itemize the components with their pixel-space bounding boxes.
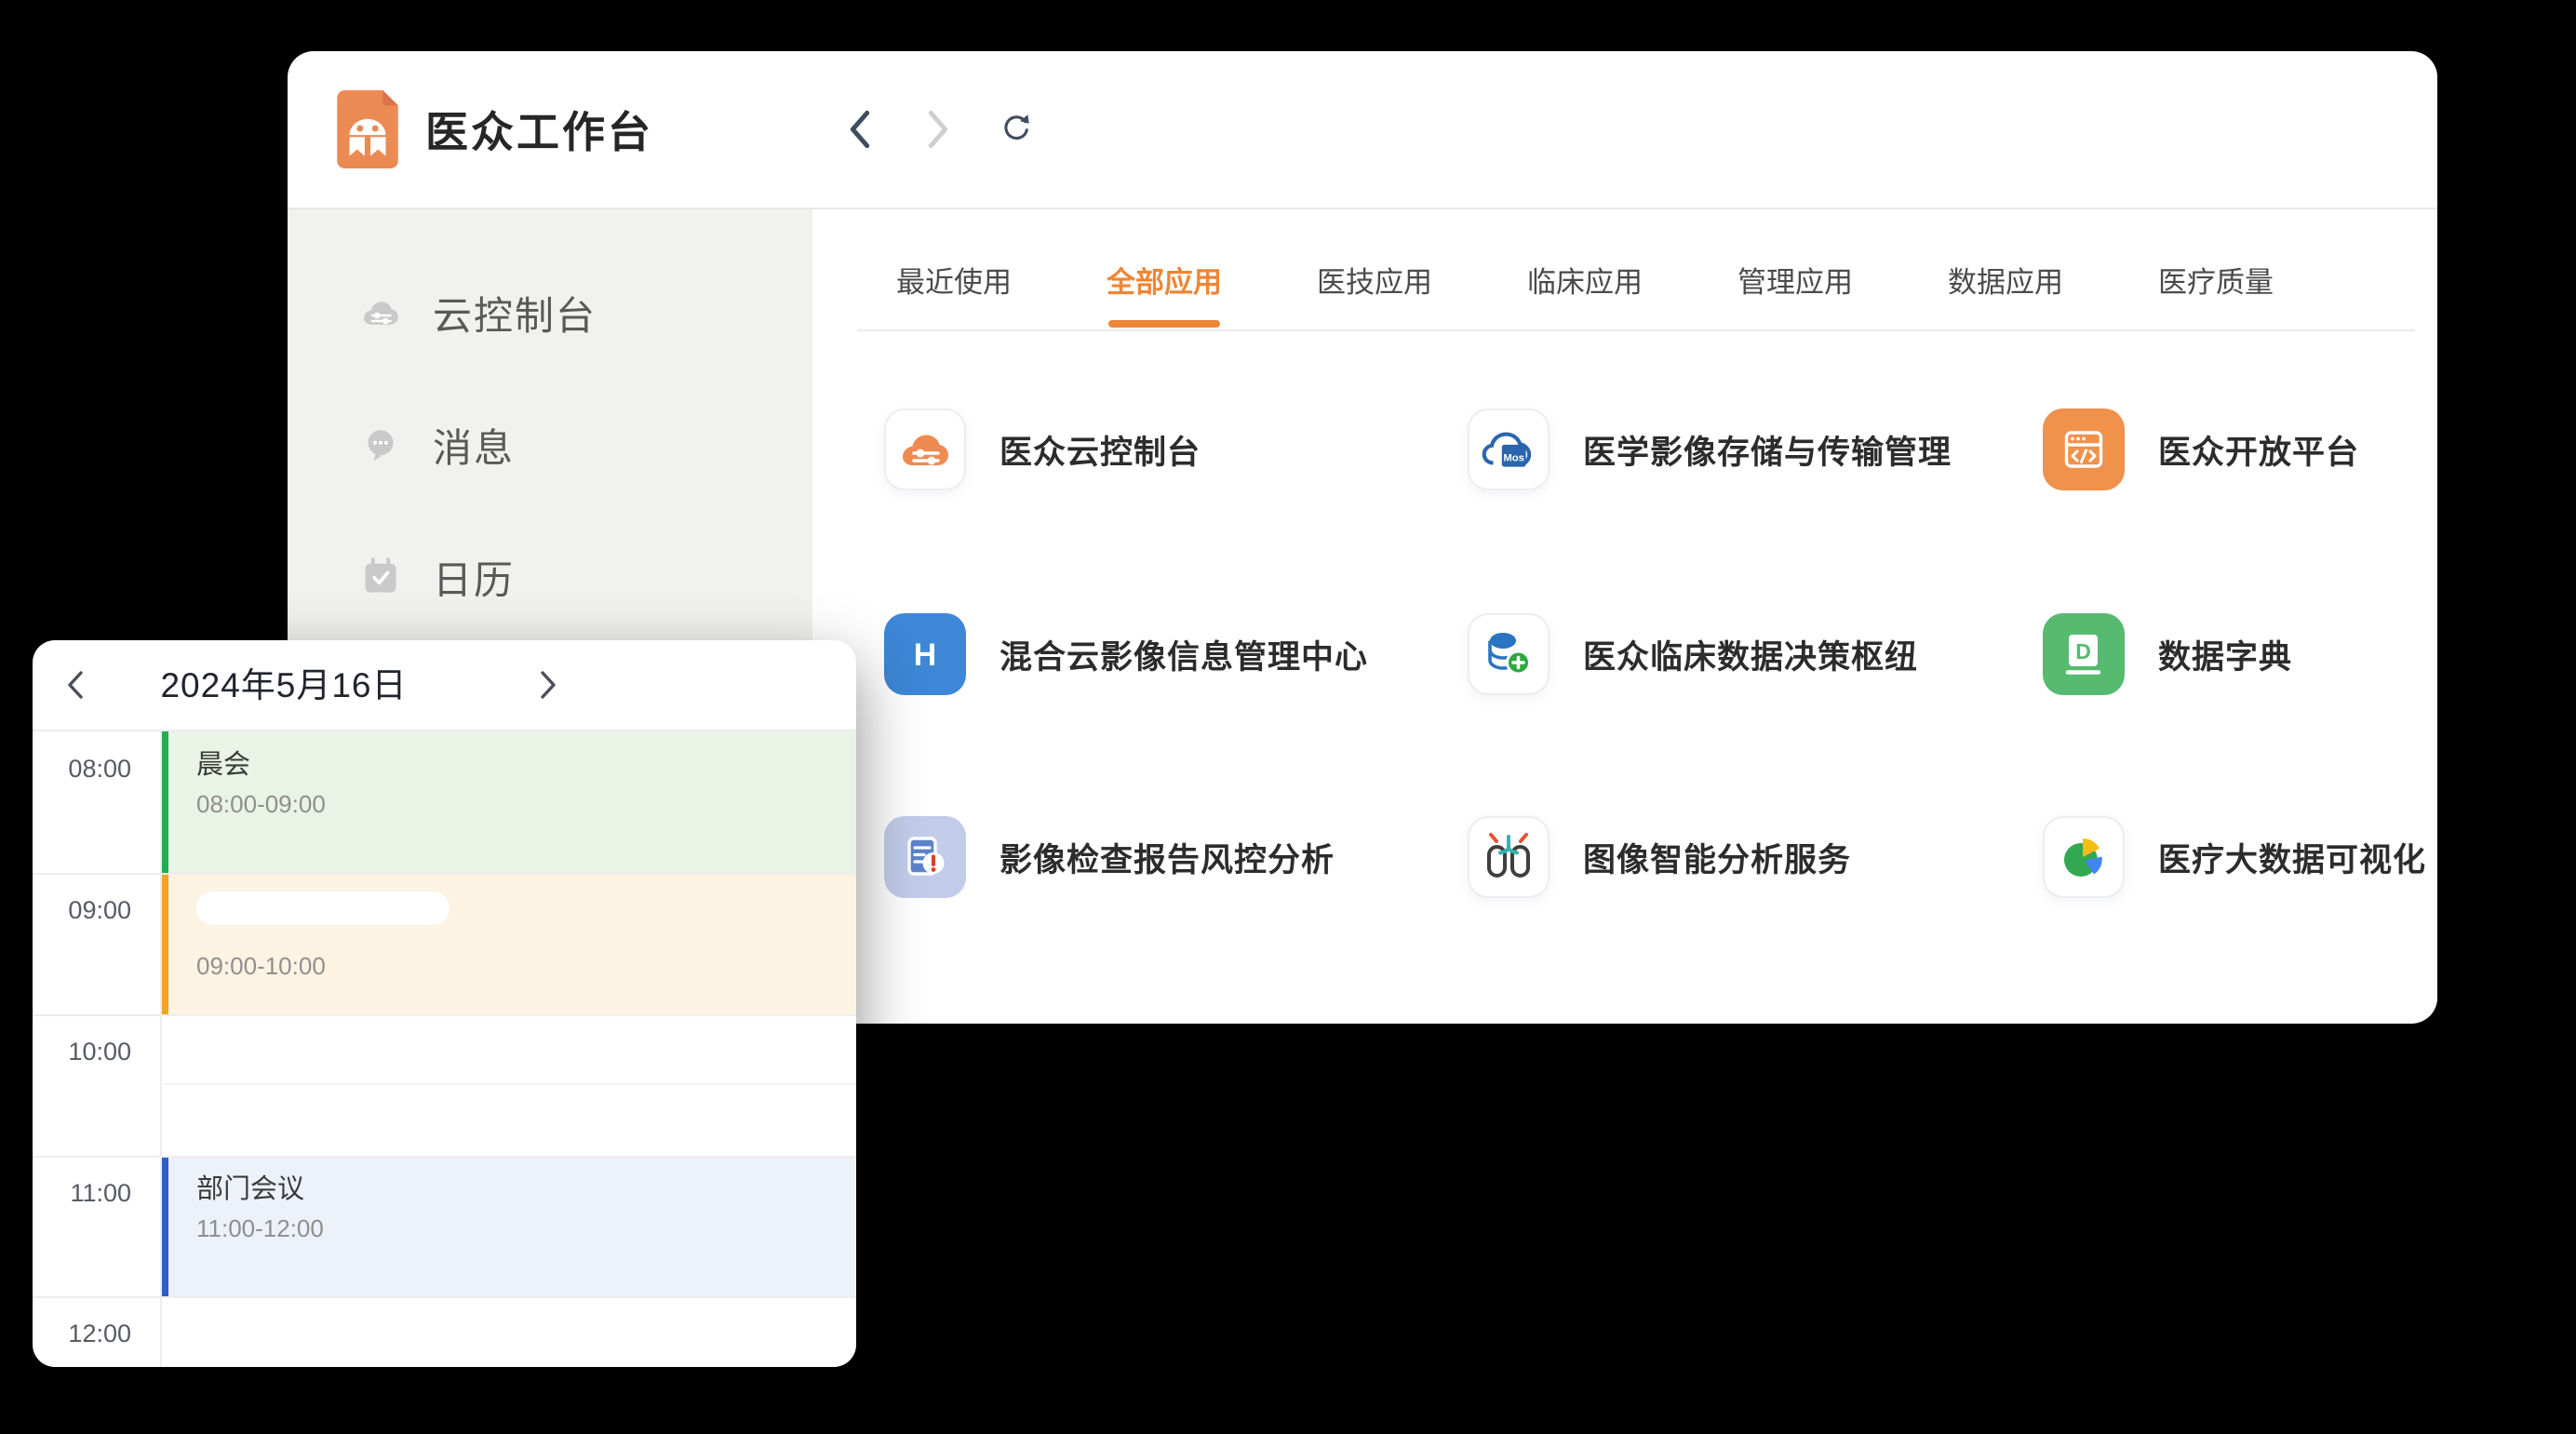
chevron-right-icon [922,109,954,150]
event-title: 晨会 [196,748,856,782]
sidebar-item-label: 云控制台 [433,285,597,342]
tab-all-apps[interactable]: 全部应用 [1107,267,1222,328]
time-gutter-divider [160,731,162,1367]
chat-bubble-icon [358,422,403,467]
code-window-icon [2054,420,2113,479]
tab-data-apps[interactable]: 数据应用 [1948,267,2063,328]
svg-text:H: H [914,637,937,673]
calendar-date-label: 2024年5月16日 [126,640,442,730]
calendar-check-icon [358,555,403,599]
forward-button[interactable] [918,109,959,150]
half-hour-line [162,1083,856,1085]
window-header: 医众工作台 [288,51,2437,209]
hour-line [33,1014,856,1016]
back-button[interactable] [839,109,880,150]
app-open-platform[interactable]: 医众开放平台 [2043,409,2359,490]
app-label: 影像检查报告风控分析 [1000,834,1335,881]
tab-divider [857,329,2415,331]
calendar-prev-button[interactable] [55,663,96,707]
pie-chart-icon [2054,827,2113,887]
time-label: 09:00 [33,895,131,925]
chevron-left-icon [844,109,876,150]
tab-clinical-apps[interactable]: 临床应用 [1527,267,1643,328]
time-label: 12:00 [33,1319,131,1348]
event-title-redacted-pill [196,891,449,925]
sidebar-item-calendar[interactable]: 日历 [288,511,812,643]
chevron-right-icon [539,670,557,700]
database-plus-icon [1479,624,1538,684]
tab-medtech-apps[interactable]: 医技应用 [1317,267,1432,328]
app-label: 医学影像存储与传输管理 [1583,426,1952,474]
app-hybrid-cloud-imaging[interactable]: H 混合云影像信息管理中心 [884,613,1368,695]
time-label: 11:00 [33,1178,131,1208]
svg-text:D: D [2075,639,2091,663]
app-label: 医众云控制台 [1000,426,1201,474]
app-label: 数据字典 [2158,631,2292,678]
content-area: 最近使用 全部应用 医技应用 临床应用 管理应用 数据应用 医疗质量 [812,209,2437,1022]
app-data-dictionary[interactable]: D 数据字典 [2043,613,2292,695]
app-image-ai-analysis[interactable]: 图像智能分析服务 [1468,816,1851,898]
app-big-data-visualization[interactable]: 医疗大数据可视化 [2043,816,2426,898]
time-label: 08:00 [33,754,131,784]
dictionary-book-icon: D [2054,624,2113,684]
cloud-mos-icon: Mos [1478,419,1539,480]
calendar-event-redacted[interactable]: 09:00-10:00 [162,873,856,1014]
app-report-risk-analysis[interactable]: 影像检查报告风控分析 [884,816,1335,898]
calendar-panel: 2024年5月16日 晨会 08:00-09:00 09:00-10:00 部门… [33,640,856,1367]
event-title: 部门会议 [196,1173,856,1206]
app-label: 图像智能分析服务 [1583,834,1851,881]
report-alert-icon [895,827,955,887]
calendar-header: 2024年5月16日 [33,640,856,731]
calendar-event-department-meeting[interactable]: 部门会议 11:00-12:00 [162,1156,856,1296]
hour-line [33,1296,856,1298]
app-logo-icon [336,89,399,169]
refresh-icon [996,108,1037,151]
hour-line [33,873,856,875]
time-label: 10:00 [33,1037,131,1066]
chevron-left-icon [66,670,85,700]
calendar-event-morning-meeting[interactable]: 晨会 08:00-09:00 [162,731,856,873]
app-clinical-data-hub[interactable]: 医众临床数据决策枢纽 [1468,613,1918,695]
calendar-next-button[interactable] [528,663,569,707]
svg-text:Mos: Mos [1503,452,1524,463]
app-cloud-console[interactable]: 医众云控制台 [884,409,1201,490]
app-label: 医疗大数据可视化 [2158,834,2426,881]
sidebar-item-label: 消息 [433,417,515,474]
app-label: 医众开放平台 [2158,426,2359,474]
event-time: 09:00-10:00 [196,951,856,981]
cloud-sliders-icon [895,420,955,479]
event-time: 11:00-12:00 [196,1213,856,1243]
refresh-button[interactable] [996,109,1037,150]
tab-medical-quality[interactable]: 医疗质量 [2158,267,2274,328]
event-time: 08:00-09:00 [196,789,856,819]
app-label: 医众临床数据决策枢纽 [1583,631,1918,678]
letter-h-icon: H [895,624,955,684]
tab-bar: 最近使用 全部应用 医技应用 临床应用 管理应用 数据应用 医疗质量 [896,267,2274,328]
app-medical-image-storage[interactable]: Mos 医学影像存储与传输管理 [1468,409,1952,490]
tab-recently-used[interactable]: 最近使用 [896,267,1012,328]
tab-management-apps[interactable]: 管理应用 [1737,267,1853,328]
calendar-grid: 晨会 08:00-09:00 09:00-10:00 部门会议 11:00-12… [33,731,856,1367]
sidebar-item-cloud-console[interactable]: 云控制台 [288,247,812,379]
sidebar-item-label: 日历 [433,549,515,606]
sidebar-item-messages[interactable]: 消息 [288,379,812,511]
nav-group [839,109,1037,150]
cloud-sliders-icon [358,290,403,335]
hour-line [33,1156,856,1158]
app-label: 混合云影像信息管理中心 [1000,631,1368,678]
lungs-icon [1479,827,1538,887]
app-title: 医众工作台 [425,99,653,160]
